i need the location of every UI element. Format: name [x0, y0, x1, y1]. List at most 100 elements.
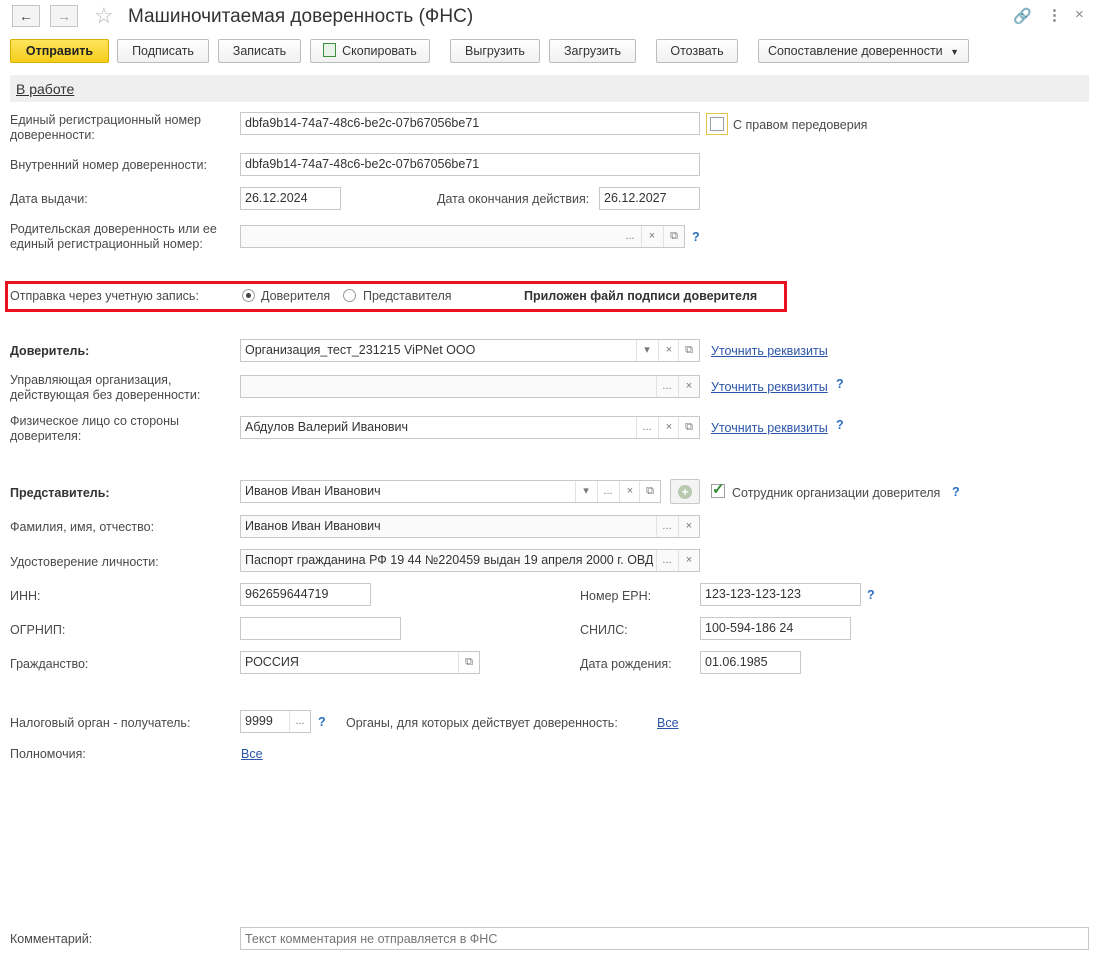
- principal-person-input[interactable]: Абдулов Валерий Иванович ... × ⧉: [240, 416, 700, 439]
- send-via-principal-radio[interactable]: [242, 289, 255, 302]
- parent-poa-open-button[interactable]: ⧉: [663, 226, 684, 247]
- representative-select-button[interactable]: ...: [597, 481, 618, 502]
- send-via-principal-label[interactable]: Доверителя: [261, 289, 330, 304]
- send-button[interactable]: Отправить: [10, 39, 109, 63]
- principal-person-value: Абдулов Валерий Иванович: [245, 420, 409, 434]
- managing-org-select-button[interactable]: ...: [656, 376, 677, 397]
- redelegation-checkbox[interactable]: [710, 117, 724, 131]
- identity-doc-input[interactable]: Паспорт гражданина РФ 19 44 №220459 выда…: [240, 549, 700, 572]
- powers-all-link[interactable]: Все: [241, 747, 263, 761]
- signature-note: Приложен файл подписи доверителя: [524, 289, 758, 303]
- identity-doc-clear-button[interactable]: ×: [678, 550, 699, 571]
- employee-label: Сотрудник организации доверителя: [732, 486, 941, 500]
- managing-org-help-icon[interactable]: ?: [836, 377, 844, 391]
- sign-button[interactable]: Подписать: [117, 39, 209, 63]
- forward-button[interactable]: →: [50, 5, 78, 27]
- ern-help-icon[interactable]: ?: [867, 588, 875, 602]
- issue-date-label: Дата выдачи:: [10, 192, 88, 206]
- revoke-button[interactable]: Отозвать: [656, 39, 738, 63]
- birth-date-input[interactable]: 01.06.1985: [700, 651, 801, 674]
- parent-poa-input[interactable]: ... × ⧉: [240, 225, 685, 248]
- citizenship-input[interactable]: РОССИЯ ⧉: [240, 651, 480, 674]
- tax-authority-help-icon[interactable]: ?: [318, 715, 326, 729]
- managing-org-details-link[interactable]: Уточнить реквизиты: [711, 380, 828, 394]
- add-representative-button[interactable]: +: [670, 479, 700, 504]
- redelegation-checkbox-frame[interactable]: [706, 113, 728, 135]
- send-via-representative-label[interactable]: Представителя: [363, 289, 452, 304]
- principal-person-help-icon[interactable]: ?: [836, 418, 844, 432]
- open-icon: ⧉: [685, 421, 693, 433]
- principal-open-button[interactable]: ⧉: [678, 340, 699, 361]
- link-icon[interactable]: 🔗: [1013, 7, 1032, 25]
- tax-authority-select-button[interactable]: ...: [289, 711, 310, 732]
- representative-open-button[interactable]: ⧉: [639, 481, 660, 502]
- representative-value: Иванов Иван Иванович: [245, 484, 381, 498]
- end-date-input[interactable]: 26.12.2027: [599, 187, 700, 210]
- representative-dropdown-button[interactable]: ▾: [575, 481, 596, 502]
- back-button[interactable]: ←: [12, 5, 40, 27]
- tax-authority-value: 9999: [245, 714, 273, 728]
- fio-label: Фамилия, имя, отчество:: [10, 520, 155, 534]
- parent-poa-help-icon[interactable]: ?: [692, 230, 700, 244]
- import-button[interactable]: Загрузить: [549, 39, 636, 63]
- issue-date-input[interactable]: 26.12.2024: [240, 187, 341, 210]
- ogrnip-input[interactable]: [240, 617, 401, 640]
- send-via-representative-radio[interactable]: [343, 289, 356, 302]
- page-title: Машиночитаемая доверенность (ФНС): [128, 6, 474, 27]
- export-button[interactable]: Выгрузить: [450, 39, 540, 63]
- representative-input[interactable]: Иванов Иван Иванович ▾ ... × ⧉: [240, 480, 661, 503]
- fio-clear-button[interactable]: ×: [678, 516, 699, 537]
- parent-poa-select-button[interactable]: ...: [620, 226, 640, 247]
- managing-org-clear-button[interactable]: ×: [678, 376, 699, 397]
- tax-authority-input[interactable]: 9999 ...: [240, 710, 311, 733]
- reg-number-input[interactable]: dbfa9b14-74a7-48c6-be2c-07b67056be71: [240, 112, 700, 135]
- principal-person-clear-button[interactable]: ×: [658, 417, 679, 438]
- save-button[interactable]: Записать: [218, 39, 301, 63]
- representative-clear-button[interactable]: ×: [619, 481, 640, 502]
- tax-authority-label: Налоговый орган - получатель:: [10, 716, 191, 730]
- inn-input[interactable]: 962659644719: [240, 583, 371, 606]
- citizenship-open-button[interactable]: ⧉: [458, 652, 479, 673]
- internal-number-input[interactable]: dbfa9b14-74a7-48c6-be2c-07b67056be71: [240, 153, 700, 176]
- principal-clear-button[interactable]: ×: [658, 340, 679, 361]
- employee-help-icon[interactable]: ?: [952, 485, 960, 499]
- identity-doc-select-button[interactable]: ...: [656, 550, 677, 571]
- managing-org-input[interactable]: ... ×: [240, 375, 700, 398]
- identity-doc-value: Паспорт гражданина РФ 19 44 №220459 выда…: [245, 553, 653, 567]
- copy-button[interactable]: Скопировать: [310, 39, 430, 63]
- status-bar: [10, 75, 1089, 102]
- chevron-down-icon: ▾: [583, 485, 589, 497]
- compare-dropdown-button[interactable]: Сопоставление доверенности ▼: [758, 39, 969, 63]
- principal-dropdown-button[interactable]: ▾: [636, 340, 657, 361]
- principal-details-link[interactable]: Уточнить реквизиты: [711, 344, 828, 358]
- fio-input[interactable]: Иванов Иван Иванович ... ×: [240, 515, 700, 538]
- managing-org-label: Управляющая организация, действующая без…: [10, 373, 201, 402]
- bodies-label: Органы, для которых действует довереннос…: [346, 716, 618, 730]
- bodies-all-link[interactable]: Все: [657, 716, 679, 730]
- principal-person-details-link[interactable]: Уточнить реквизиты: [711, 421, 828, 435]
- principal-person-open-button[interactable]: ⧉: [678, 417, 699, 438]
- employee-checkbox[interactable]: ✓: [711, 481, 725, 498]
- comment-input[interactable]: [240, 927, 1089, 950]
- close-icon[interactable]: ×: [1075, 6, 1084, 23]
- copy-icon: [323, 43, 337, 57]
- clear-icon: ×: [665, 344, 673, 356]
- clear-icon: ×: [685, 520, 693, 532]
- ogrnip-label: ОГРНИП:: [10, 623, 66, 637]
- parent-poa-clear-button[interactable]: ×: [641, 226, 662, 247]
- copy-button-label: Скопировать: [342, 44, 417, 58]
- snils-input[interactable]: 100-594-186 24: [700, 617, 851, 640]
- status-link[interactable]: В работе: [16, 81, 74, 97]
- principal-person-select-button[interactable]: ...: [636, 417, 657, 438]
- favorite-star-icon[interactable]: ☆: [94, 3, 114, 29]
- redelegation-label: С правом передоверия: [733, 118, 868, 132]
- fio-value: Иванов Иван Иванович: [245, 519, 381, 533]
- principal-person-label: Физическое лицо со стороны доверителя:: [10, 414, 180, 443]
- internal-number-label: Внутренний номер доверенности:: [10, 158, 207, 172]
- more-icon[interactable]: ⋮: [1047, 6, 1062, 24]
- principal-input[interactable]: Организация_тест_231215 ViPNet ООО ▾ × ⧉: [240, 339, 700, 362]
- open-icon: ⧉: [646, 485, 654, 497]
- ern-input[interactable]: 123-123-123-123: [700, 583, 861, 606]
- fio-select-button[interactable]: ...: [656, 516, 677, 537]
- open-icon: ⧉: [685, 344, 693, 356]
